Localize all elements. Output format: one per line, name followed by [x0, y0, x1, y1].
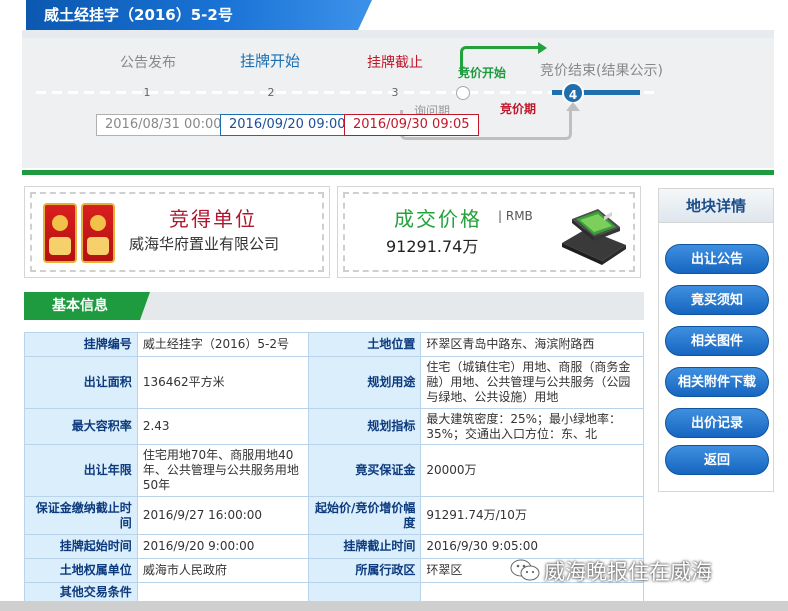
field-value: 威海市人民政府 [136, 558, 309, 583]
step-number-2: 2 [267, 86, 275, 99]
table-row: 保证金缴纳截止时间 2016/9/27 16:00:00 起始价/竞价增价幅度 … [24, 496, 644, 535]
price-unit: | RMB [498, 209, 533, 223]
wechat-icon [510, 559, 540, 581]
title-band [22, 30, 774, 38]
bid-records-button[interactable]: 出价记录 [665, 408, 769, 438]
field-value: 住宅用地70年、商服用地40年、公共管理与公共服务用地50年 [136, 444, 309, 497]
watermark-text: 威海晚报住在威海 [544, 560, 712, 584]
bottom-bar [0, 601, 788, 611]
field-value [136, 582, 309, 603]
field-label: 规划指标 [307, 408, 422, 445]
field-label: 土地权属单位 [24, 558, 138, 583]
watermark: 威海晚报住在威海 [510, 556, 780, 586]
related-drawings-button[interactable]: 相关图件 [665, 326, 769, 356]
field-value: 2016/9/20 9:00:00 [136, 534, 309, 559]
table-row: 挂牌起始时间 2016/9/20 9:00:00 挂牌截止时间 2016/9/3… [24, 534, 644, 559]
cash-counter-icon [562, 209, 626, 265]
step-number-3: 3 [391, 86, 399, 99]
field-value: 威土经挂字（2016）5-2号 [136, 332, 309, 357]
table-row: 最大容积率 2.43 规划指标 最大建筑密度：25%；最小绿地率：35%；交通出… [24, 408, 644, 445]
table-row: 挂牌编号 威土经挂字（2016）5-2号 土地位置 环翠区青岛中路东、海滨附路西 [24, 332, 644, 357]
field-label: 竟买保证金 [307, 444, 422, 497]
date-listing-end: 2016/09/30 09:05 [344, 114, 479, 136]
arrow-up-icon [566, 102, 580, 111]
land-details-sidebar: 地块详情 出让公告 竟买须知 相关图件 相关附件下载 出价记录 返回 [658, 188, 774, 492]
table-row: 出让年限 住宅用地70年、商服用地40年、公共管理与公共服务用地50年 竟买保证… [24, 444, 644, 497]
field-label: 挂牌起始时间 [24, 534, 138, 559]
field-value: 2.43 [136, 408, 309, 445]
price-panel: 成交价格 | RMB 91291.74万 [337, 186, 641, 278]
winner-title: 竞得单位 [169, 207, 257, 231]
back-button[interactable]: 返回 [665, 445, 769, 475]
field-value: 20000万 [420, 444, 644, 497]
winner-name: 威海华府置业有限公司 [129, 235, 280, 253]
field-value: 最大建筑密度：25%；最小绿地率：35%；交通出入口方位：东、北 [420, 408, 644, 445]
step-circle-bidding-start [456, 86, 470, 100]
attachments-download-button[interactable]: 相关附件下载 [665, 367, 769, 397]
field-value: 2016/9/27 16:00:00 [136, 496, 309, 535]
field-value: 环翠区青岛中路东、海滨附路西 [420, 332, 644, 357]
section-divider [22, 170, 774, 175]
field-label: 最大容积率 [24, 408, 138, 445]
price-title: 成交价格 [394, 207, 482, 231]
field-label: 起始价/竞价增价幅度 [307, 496, 422, 535]
field-label: 出让年限 [24, 444, 138, 497]
sidebar-title: 地块详情 [659, 189, 773, 223]
date-publish: 2016/08/31 00:00 [96, 114, 231, 136]
price-value: 91291.74万 [386, 237, 479, 256]
field-label: 保证金缴纳截止时间 [24, 496, 138, 535]
lantern-icon [43, 203, 77, 263]
title-tab-arrow [358, 0, 372, 30]
bidding-start-bracket [460, 46, 540, 74]
field-label [307, 582, 422, 603]
table-row: 出让面积 136462平方米 规划用途 住宅（城镇住宅）用地、商服（商务金融）用… [24, 356, 644, 409]
step-label-bidding-end: 竞价结束(结果公示) [540, 63, 663, 79]
transfer-notice-button[interactable]: 出让公告 [665, 244, 769, 274]
step-number-4-active: 4 [562, 82, 584, 104]
step-label-publish: 公告发布 [120, 55, 176, 71]
field-label: 挂牌截止时间 [307, 534, 422, 559]
field-value: 住宅（城镇住宅）用地、商服（商务金融）用地、公共管理与公共服务（公园与绿地、公共… [420, 356, 644, 409]
page-title: 威土经挂字（2016）5-2号 [26, 0, 358, 30]
field-label: 出让面积 [24, 356, 138, 409]
date-listing-start: 2016/09/20 09:00 [220, 114, 355, 136]
field-label: 挂牌编号 [24, 332, 138, 357]
lantern-icon [81, 203, 115, 263]
land-auction-page: 威土经挂字（2016）5-2号 公告发布 挂牌开始 挂牌截止 竞价开始 竞价结束… [0, 0, 788, 611]
field-value: 2016/9/30 9:05:00 [420, 534, 644, 559]
field-label: 其他交易条件 [24, 582, 138, 603]
field-value: 136462平方米 [136, 356, 309, 409]
field-value: 91291.74万/10万 [420, 496, 644, 535]
field-label: 规划用途 [307, 356, 422, 409]
basic-info-tab[interactable]: 基本信息 [24, 292, 150, 320]
step-label-listing-start: 挂牌开始 [240, 52, 301, 70]
arrow-right-icon [538, 42, 547, 54]
basic-info-header: 基本信息 [24, 292, 644, 320]
bidding-instructions-button[interactable]: 竟买须知 [665, 285, 769, 315]
winner-panel: 竞得单位 威海华府置业有限公司 [24, 186, 330, 278]
field-label: 土地位置 [307, 332, 422, 357]
step-label-listing-end: 挂牌截止 [367, 55, 423, 71]
step-number-1: 1 [143, 86, 151, 99]
field-label: 所属行政区 [307, 558, 422, 583]
auction-progress: 公告发布 挂牌开始 挂牌截止 竞价开始 竞价结束(结果公示) 1 2 3 4 询… [22, 38, 774, 168]
